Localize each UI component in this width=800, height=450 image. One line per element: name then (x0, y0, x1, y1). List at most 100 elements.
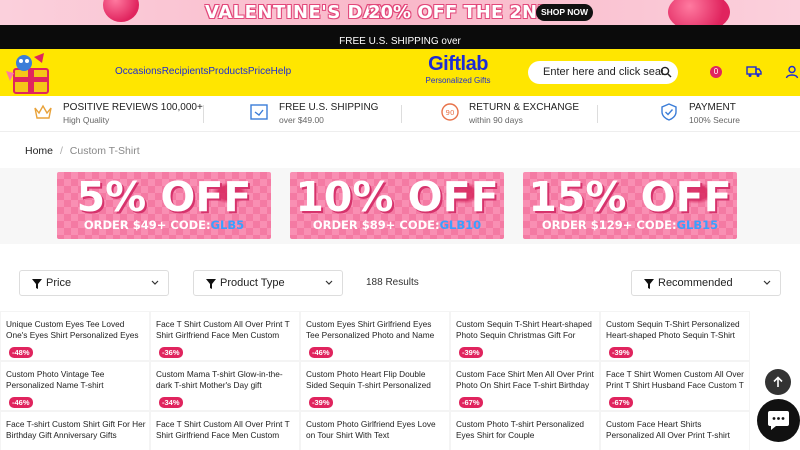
product-title[interactable]: Custom Photo Girlfriend Eyes Love on Tou… (306, 419, 446, 441)
product-card[interactable]: Face T Shirt Custom All Over Print T Shi… (151, 412, 299, 450)
coupon-10-off[interactable]: 10% OFF ORDER $89+ CODE:GLB10 (290, 172, 504, 239)
filter-funnel-icon (206, 279, 216, 289)
coupon-discount: 10% OFF (295, 173, 499, 221)
coupon-discount: 5% OFF (76, 173, 252, 221)
chat-button[interactable] (757, 399, 800, 442)
promo-offer: 20% OFF THE 2ND (368, 2, 552, 23)
search-box[interactable]: Enter here and click search (528, 61, 678, 84)
shop-now-button[interactable]: SHOP NOW (536, 4, 593, 21)
product-card[interactable]: Face T Shirt Custom All Over Print T Shi… (151, 312, 299, 360)
heart-decoration-icon (103, 0, 139, 22)
product-card[interactable]: Custom Face Shirt Men All Over Print Pho… (451, 362, 599, 410)
gift-mascot-logo-icon[interactable] (4, 51, 56, 95)
product-card[interactable]: Custom Eyes Shirt Girlfriend Eyes Tee Pe… (301, 312, 449, 360)
product-card[interactable]: Face T Shirt Women Custom All Over Print… (601, 362, 749, 410)
product-card[interactable]: Custom Photo Girlfriend Eyes Love on Tou… (301, 412, 449, 450)
brand-tagline: Personalized Gifts (425, 76, 491, 85)
shield-check-icon (661, 103, 677, 121)
discount-badge: -39% (609, 347, 633, 358)
filter-funnel-icon (644, 279, 654, 289)
heart-decoration-icon (668, 0, 730, 25)
nav-occasions[interactable]: Occasions (115, 66, 162, 77)
product-type-filter[interactable]: Product Type (193, 270, 343, 296)
chevron-down-icon (151, 280, 159, 285)
discount-badge: -67% (609, 397, 633, 408)
benefit-subtitle: within 90 days (469, 115, 523, 125)
product-title[interactable]: Face T Shirt Custom All Over Print T Shi… (156, 319, 296, 341)
product-card[interactable]: Custom Sequin T-Shirt Heart-shaped Photo… (451, 312, 599, 360)
product-title[interactable]: Custom Face Shirt Men All Over Print Pho… (456, 369, 596, 391)
coupon-code: GLB10 (439, 218, 482, 232)
product-title[interactable]: Custom Photo T-shirt Personalized Eyes S… (456, 419, 596, 441)
benefit-subtitle: 100% Secure (689, 115, 741, 125)
coupon-terms: ORDER $89+ CODE:GLB10 (290, 218, 504, 232)
shipping-truck-icon[interactable] (746, 65, 762, 78)
divider (203, 105, 204, 123)
brand-name: Giftlab (428, 53, 488, 75)
coupon-5-off[interactable]: 5% OFF ORDER $49+ CODE:GLB5 (57, 172, 271, 239)
product-title[interactable]: Face T Shirt Custom All Over Print T Shi… (156, 419, 296, 441)
discount-badge: -39% (459, 347, 483, 358)
benefit-returns: RETURN & EXCHANGE within 90 days (469, 102, 579, 125)
coupon-discount: 15% OFF (528, 173, 732, 221)
coupon-terms: ORDER $49+ CODE:GLB5 (57, 218, 271, 232)
product-title[interactable]: Face T-shirt Custom Shirt Gift For Her B… (6, 419, 146, 441)
nav-price[interactable]: Price (248, 66, 271, 77)
discount-badge: -48% (9, 347, 33, 358)
product-title[interactable]: Custom Face Heart Shirts Personalized Al… (606, 419, 746, 441)
promo-banner[interactable]: VALENTINE'S DAY 20% OFF THE 2ND SHOP NOW (0, 0, 800, 25)
breadcrumb-home[interactable]: Home (25, 145, 53, 157)
product-title[interactable]: Custom Photo Heart Flip Double Sided Seq… (306, 369, 446, 391)
product-card[interactable]: Custom Photo Vintage Tee Personalized Na… (1, 362, 149, 410)
price-filter[interactable]: Price (19, 270, 169, 296)
chevron-down-icon (325, 280, 333, 285)
product-card[interactable]: Custom Face Heart Shirts Personalized Al… (601, 412, 749, 450)
coupon-15-off[interactable]: 15% OFF ORDER $129+ CODE:GLB15 (523, 172, 737, 239)
discount-badge: -39% (309, 397, 333, 408)
product-title[interactable]: Custom Sequin T-Shirt Personalized Heart… (606, 319, 746, 341)
results-count: 188 Results (366, 277, 419, 288)
back-to-top-button[interactable] (765, 369, 791, 395)
breadcrumb: Home / Custom T-Shirt (25, 145, 140, 157)
product-card[interactable]: Face T-shirt Custom Shirt Gift For Her B… (1, 412, 149, 450)
benefit-shipping: FREE U.S. SHIPPING over $49.00 (279, 102, 378, 125)
coupon-terms: ORDER $129+ CODE:GLB15 (523, 218, 737, 232)
promo-headline: VALENTINE'S DAY (205, 2, 390, 23)
benefit-title: FREE U.S. SHIPPING (279, 102, 379, 113)
benefit-subtitle: High Quality (63, 115, 110, 125)
coupon-code: GLB15 (676, 218, 719, 232)
product-card[interactable]: Custom Photo Heart Flip Double Sided Seq… (301, 362, 449, 410)
product-title[interactable]: Custom Mama T-shirt Glow-in-the-dark T-s… (156, 369, 296, 391)
divider (597, 105, 598, 123)
product-title[interactable]: Custom Eyes Shirt Girlfriend Eyes Tee Pe… (306, 319, 446, 341)
nav-help[interactable]: Help (271, 66, 292, 77)
product-title[interactable]: Unique Custom Eyes Tee Loved One's Eyes … (6, 319, 146, 341)
brand-logo[interactable]: Giftlab Personalized Gifts (420, 53, 496, 85)
nav-products[interactable]: Products (208, 66, 247, 77)
divider (401, 105, 402, 123)
benefit-payment: PAYMENT 100% Secure (689, 102, 740, 125)
product-card[interactable]: Custom Photo T-shirt Personalized Eyes S… (451, 412, 599, 450)
shipping-box-icon (250, 104, 268, 120)
cart-count-badge[interactable]: 0 (710, 66, 722, 78)
product-title[interactable]: Custom Sequin T-Shirt Heart-shaped Photo… (456, 319, 596, 341)
discount-badge: -36% (159, 347, 183, 358)
product-card[interactable]: Custom Mama T-shirt Glow-in-the-dark T-s… (151, 362, 299, 410)
product-title[interactable]: Face T Shirt Women Custom All Over Print… (606, 369, 746, 391)
breadcrumb-separator: / (59, 145, 63, 157)
search-icon[interactable] (660, 66, 672, 78)
product-title[interactable]: Custom Photo Vintage Tee Personalized Na… (6, 369, 146, 391)
return-90-icon: 90 (441, 103, 459, 121)
product-card[interactable]: Unique Custom Eyes Tee Loved One's Eyes … (1, 312, 149, 360)
filter-funnel-icon (32, 279, 42, 289)
benefit-title: RETURN & EXCHANGE (469, 102, 580, 113)
product-card[interactable]: Custom Sequin T-Shirt Personalized Heart… (601, 312, 749, 360)
svg-text:90: 90 (446, 109, 455, 117)
site-header: Occasions Recipients Products Price Help… (0, 49, 800, 96)
crown-icon (34, 104, 52, 119)
search-input[interactable]: Enter here and click search (543, 66, 663, 78)
nav-recipients[interactable]: Recipients (162, 66, 209, 77)
discount-badge: -46% (309, 347, 333, 358)
sort-dropdown[interactable]: Recommended (631, 270, 781, 296)
user-account-icon[interactable] (785, 65, 799, 79)
